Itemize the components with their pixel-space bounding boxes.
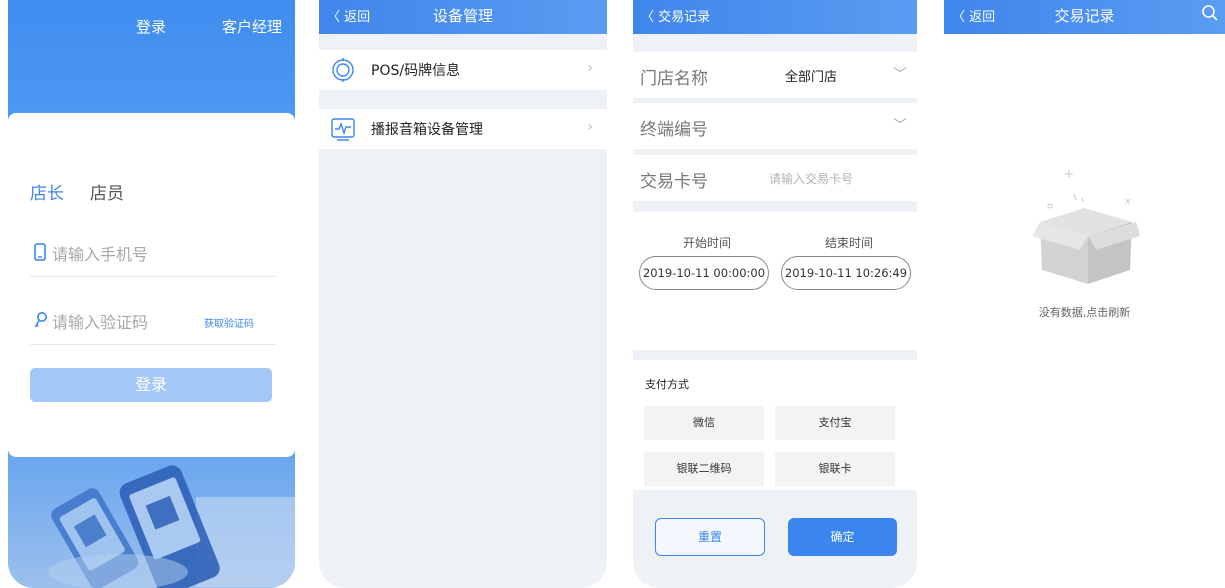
device-management-screen: 〈 返回 设备管理 POS/码牌信息 › 播报音箱设备管理 › bbox=[319, 0, 607, 588]
role-tab-owner[interactable]: 店长 bbox=[30, 179, 64, 204]
phone-icon bbox=[34, 243, 46, 261]
end-time-label: 结束时间 bbox=[825, 236, 874, 250]
store-label: 门店名称 bbox=[640, 69, 708, 89]
list-item-label: 播报音箱设备管理 bbox=[371, 122, 483, 138]
store-selector[interactable]: 门店名称 全部门店 ﹀ bbox=[633, 52, 917, 98]
account-manager-link[interactable]: 客户经理 bbox=[222, 16, 282, 37]
code-input[interactable]: 请输入验证码 bbox=[52, 309, 148, 333]
store-value: 全部门店 bbox=[785, 70, 838, 85]
start-time-label: 开始时间 bbox=[683, 236, 732, 250]
pay-option-wechat[interactable]: 微信 bbox=[644, 406, 764, 440]
chevron-right-icon: › bbox=[587, 60, 593, 76]
page-title: 交易记录 bbox=[1054, 7, 1115, 25]
action-bar: 重置 确定 bbox=[633, 490, 917, 588]
card-label: 交易卡号 bbox=[640, 172, 708, 192]
pos-info-icon bbox=[332, 58, 354, 82]
login-card: 店长 店员 请输入手机号 请输入验证码 获取验证码 登录 bbox=[8, 113, 295, 457]
svg-text:×: × bbox=[1124, 197, 1132, 207]
login-tab-link[interactable]: 登录 bbox=[136, 16, 166, 37]
reset-button[interactable]: 重置 bbox=[655, 518, 765, 556]
chevron-down-icon: ﹀ bbox=[893, 67, 907, 83]
top-links: 登录 客户经理 bbox=[8, 16, 295, 40]
svg-text:+: + bbox=[1064, 167, 1074, 181]
pay-option-alipay[interactable]: 支付宝 bbox=[775, 406, 895, 440]
chevron-down-icon: ﹀ bbox=[893, 118, 907, 134]
transaction-list-screen: 〈 返回 交易记录 + × 没有数据,点击刷新 bbox=[944, 0, 1225, 588]
speaker-device-icon bbox=[331, 118, 355, 141]
pay-option-unionpay-qr[interactable]: 银联二维码 bbox=[644, 452, 764, 486]
code-field[interactable]: 请输入验证码 获取验证码 bbox=[30, 297, 276, 345]
terminal-selector[interactable]: 终端编号 ﹀ bbox=[633, 103, 917, 149]
confirm-button[interactable]: 确定 bbox=[788, 518, 897, 556]
terminal-label: 终端编号 bbox=[640, 120, 708, 140]
pos-terminal-illustration bbox=[8, 457, 295, 588]
empty-box-icon[interactable]: + × bbox=[1024, 160, 1144, 290]
page-title: 设备管理 bbox=[432, 7, 493, 25]
key-icon bbox=[34, 312, 47, 328]
phone-input[interactable]: 请输入手机号 bbox=[52, 241, 148, 265]
login-button[interactable]: 登录 bbox=[30, 368, 272, 402]
chevron-right-icon: › bbox=[587, 119, 593, 135]
list-item-label: POS/码牌信息 bbox=[371, 63, 461, 79]
back-button[interactable]: 〈 交易记录 bbox=[641, 6, 710, 25]
nav-bar: 〈 返回 交易记录 bbox=[944, 0, 1225, 34]
card-number-field[interactable]: 交易卡号 请输入交易卡号 bbox=[633, 155, 917, 201]
login-screen: 登录 客户经理 店长 店员 请输入手机号 请输入验证码 获取验证码 登录 bbox=[8, 0, 295, 588]
get-code-button[interactable]: 获取验证码 bbox=[204, 315, 254, 330]
card-number-input[interactable]: 请输入交易卡号 bbox=[769, 170, 853, 187]
phone-field[interactable]: 请输入手机号 bbox=[30, 229, 276, 277]
payment-method-title: 支付方式 bbox=[645, 378, 689, 391]
nav-bar: 〈 返回 设备管理 bbox=[319, 0, 607, 34]
search-icon[interactable] bbox=[1201, 4, 1219, 22]
end-time-picker[interactable]: 2019-10-11 10:26:49 bbox=[781, 256, 911, 290]
time-range-section: 开始时间 结束时间 2019-10-11 00:00:00 2019-10-11… bbox=[633, 212, 917, 350]
start-time-picker[interactable]: 2019-10-11 00:00:00 bbox=[639, 256, 769, 290]
pay-option-unionpay-card[interactable]: 银联卡 bbox=[775, 452, 895, 486]
list-item-pos-info[interactable]: POS/码牌信息 › bbox=[319, 50, 607, 90]
nav-bar: 〈 交易记录 bbox=[633, 0, 917, 34]
role-tab-staff[interactable]: 店员 bbox=[90, 179, 124, 204]
empty-state-message[interactable]: 没有数据,点击刷新 bbox=[944, 304, 1225, 320]
back-label: 交易记录 bbox=[658, 10, 711, 25]
transaction-filter-screen: 〈 交易记录 门店名称 全部门店 ﹀ 终端编号 ﹀ 交易卡号 请输入交易卡号 开… bbox=[633, 0, 917, 588]
list-item-speaker-devices[interactable]: 播报音箱设备管理 › bbox=[319, 109, 607, 149]
